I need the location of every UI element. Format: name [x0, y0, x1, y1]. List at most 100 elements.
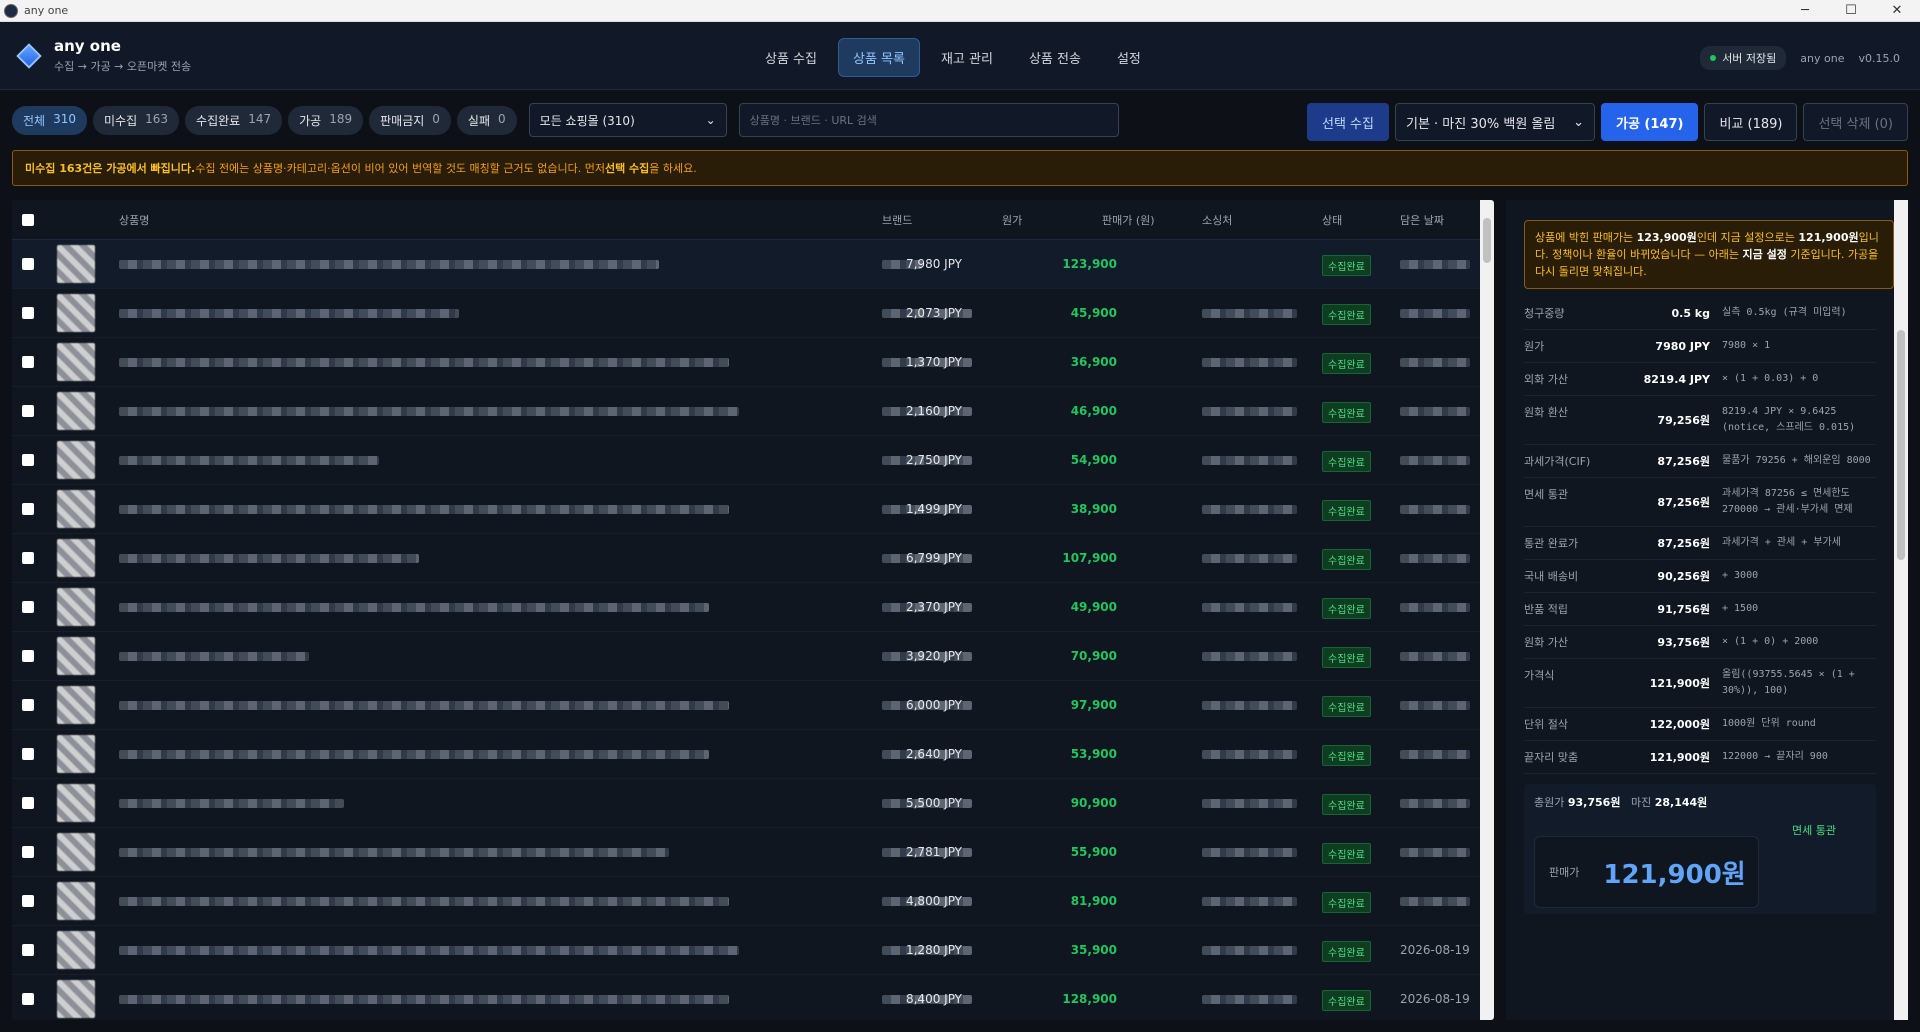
panel-scrollbar[interactable] — [1894, 200, 1908, 1020]
collect-selected-button[interactable]: 선택 수집 — [1307, 103, 1389, 141]
app-icon — [4, 3, 18, 18]
tab-settings[interactable]: 설정 — [1102, 38, 1156, 77]
window-title: any one — [24, 4, 69, 17]
margin-value: 28,144원 — [1654, 796, 1708, 809]
filter-processed[interactable]: 가공 189 — [288, 105, 364, 135]
calc-formula: + 1500 — [1722, 603, 1759, 614]
row-checkbox[interactable] — [22, 307, 34, 319]
table-row[interactable]: 6,799 JPY 107,900 수집완료 — [12, 534, 1494, 583]
product-thumbnail — [57, 490, 95, 528]
tab-product-list[interactable]: 상품 목록 — [837, 38, 920, 77]
table-row[interactable]: 2,640 JPY 53,900 수집완료 — [12, 730, 1494, 779]
filter-collected[interactable]: 수집완료 147 — [185, 105, 283, 135]
date-redacted — [1400, 260, 1470, 269]
filter-count: 0 — [432, 111, 440, 126]
filter-all[interactable]: 전체 310 — [12, 105, 87, 135]
table-row[interactable]: 2,781 JPY 55,900 수집완료 — [12, 828, 1494, 877]
table-header: 상품명 브랜드 원가 판매가 (원) 소싱처 상태 담은 날짜 — [12, 200, 1494, 240]
delete-selected-button[interactable]: 선택 삭제 (0) — [1803, 103, 1908, 141]
row-checkbox[interactable] — [22, 454, 34, 466]
calc-label: 원화 가산 — [1524, 636, 1568, 649]
table-row[interactable]: 3,920 JPY 70,900 수집완료 — [12, 632, 1494, 681]
row-checkbox[interactable] — [22, 356, 34, 368]
table-row[interactable]: 7,980 JPY 123,900 수집완료 — [12, 240, 1494, 289]
date-redacted — [1400, 407, 1470, 416]
tab-inventory[interactable]: 재고 관리 — [926, 38, 1008, 77]
scrollbar-thumb[interactable] — [1483, 218, 1491, 263]
note-bold: 121,900원 — [1798, 231, 1859, 244]
calc-label: 청구중량 — [1524, 307, 1565, 320]
tab-transfer[interactable]: 상품 전송 — [1014, 38, 1096, 77]
row-checkbox[interactable] — [22, 601, 34, 613]
cost-price: 6,000 JPY — [905, 698, 962, 712]
calc-label: 국내 배송비 — [1524, 570, 1579, 583]
calc-row: 가격식 121,900원 올림((93755.5645 × (1 + 30%)), … — [1524, 659, 1876, 708]
table-row[interactable]: 2,750 JPY 54,900 수집완료 — [12, 436, 1494, 485]
table-scrollbar[interactable] — [1480, 200, 1494, 1020]
table-row[interactable]: 8,400 JPY 128,900 수집완료 2026-08-19 — [12, 975, 1494, 1020]
calc-row: 통관 완료가 87,256원 과세가격 + 관세 + 부가세 — [1524, 527, 1876, 560]
compare-button[interactable]: 비교 (189) — [1704, 103, 1798, 141]
calc-label: 외화 가산 — [1524, 373, 1568, 386]
row-checkbox[interactable] — [22, 699, 34, 711]
product-thumbnail — [57, 637, 95, 675]
search-input[interactable]: 상품명 · 브랜드 · URL 검색 — [738, 103, 1119, 137]
row-checkbox[interactable] — [22, 405, 34, 417]
maximize-icon[interactable]: ☐ — [1828, 3, 1874, 18]
row-checkbox[interactable] — [22, 846, 34, 858]
table-row[interactable]: 4,800 JPY 81,900 수집완료 — [12, 877, 1494, 926]
table-row[interactable]: 1,370 JPY 36,900 수집완료 — [12, 338, 1494, 387]
header-source[interactable]: 소싱처 — [1202, 212, 1232, 228]
preset-select[interactable]: 기본 · 마진 30% 백원 올림 ⌄ — [1394, 103, 1595, 141]
select-all-checkbox[interactable] — [22, 214, 34, 226]
header-sale[interactable]: 판매가 (원) — [1102, 212, 1155, 228]
header-date[interactable]: 담은 날짜 — [1400, 212, 1444, 228]
header-brand[interactable]: 브랜드 — [882, 212, 912, 228]
row-checkbox[interactable] — [22, 552, 34, 564]
filter-label: 수집완료 — [196, 113, 241, 128]
calc-row: 단위 절삭 122,000원 1000원 단위 round — [1524, 708, 1876, 741]
row-checkbox[interactable] — [22, 895, 34, 907]
row-checkbox[interactable] — [22, 944, 34, 956]
row-checkbox[interactable] — [22, 503, 34, 515]
mall-select[interactable]: 모든 쇼핑몰 (310) ⌄ — [528, 103, 727, 137]
row-checkbox[interactable] — [22, 748, 34, 760]
filter-uncollected[interactable]: 미수집 163 — [93, 105, 180, 135]
close-icon[interactable]: ✕ — [1874, 3, 1920, 18]
sale-price: 53,900 — [1070, 747, 1117, 761]
tab-collect[interactable]: 상품 수집 — [750, 38, 832, 77]
calc-value: 8219.4 JPY — [1643, 372, 1710, 386]
table-row[interactable]: 2,370 JPY 49,900 수집완료 — [12, 583, 1494, 632]
table-row[interactable]: 2,160 JPY 46,900 수집완료 — [12, 387, 1494, 436]
row-checkbox[interactable] — [22, 258, 34, 270]
calc-value: 91,756원 — [1657, 603, 1710, 616]
brand-subtitle: 수집 → 가공 → 오픈마켓 전송 — [54, 60, 192, 73]
header-cost[interactable]: 원가 — [1002, 212, 1022, 228]
table-row[interactable]: 2,073 JPY 45,900 수집완료 — [12, 289, 1494, 338]
product-thumbnail — [57, 539, 95, 577]
table-row[interactable]: 5,500 JPY 90,900 수집완료 — [12, 779, 1494, 828]
date-redacted — [1400, 799, 1470, 808]
row-checkbox[interactable] — [22, 993, 34, 1005]
product-name-redacted — [119, 652, 309, 661]
table-row[interactable]: 6,000 JPY 97,900 수집완료 — [12, 681, 1494, 730]
logo-icon — [16, 42, 42, 69]
minimize-icon[interactable]: ─ — [1782, 3, 1828, 18]
table-row[interactable]: 1,499 JPY 38,900 수집완료 — [12, 485, 1494, 534]
sale-price: 45,900 — [1070, 306, 1117, 320]
chevron-down-icon: ⌄ — [1573, 114, 1584, 130]
status-badge: 수집완료 — [1322, 647, 1371, 668]
product-name-redacted — [119, 603, 709, 612]
row-checkbox[interactable] — [22, 650, 34, 662]
mall-select-value: 모든 쇼핑몰 (310) — [539, 113, 635, 128]
source-redacted — [1202, 407, 1297, 416]
filter-failed[interactable]: 실패 0 — [456, 105, 517, 135]
header-name[interactable]: 상품명 — [119, 212, 149, 228]
scrollbar-thumb[interactable] — [1897, 330, 1905, 560]
filter-banned[interactable]: 판매금지 0 — [369, 105, 451, 135]
header-status[interactable]: 상태 — [1322, 212, 1342, 228]
calc-value: 7980 JPY — [1655, 339, 1710, 353]
table-row[interactable]: 1,280 JPY 35,900 수집완료 2026-08-19 — [12, 926, 1494, 975]
process-button[interactable]: 가공 (147) — [1600, 103, 1699, 141]
row-checkbox[interactable] — [22, 797, 34, 809]
